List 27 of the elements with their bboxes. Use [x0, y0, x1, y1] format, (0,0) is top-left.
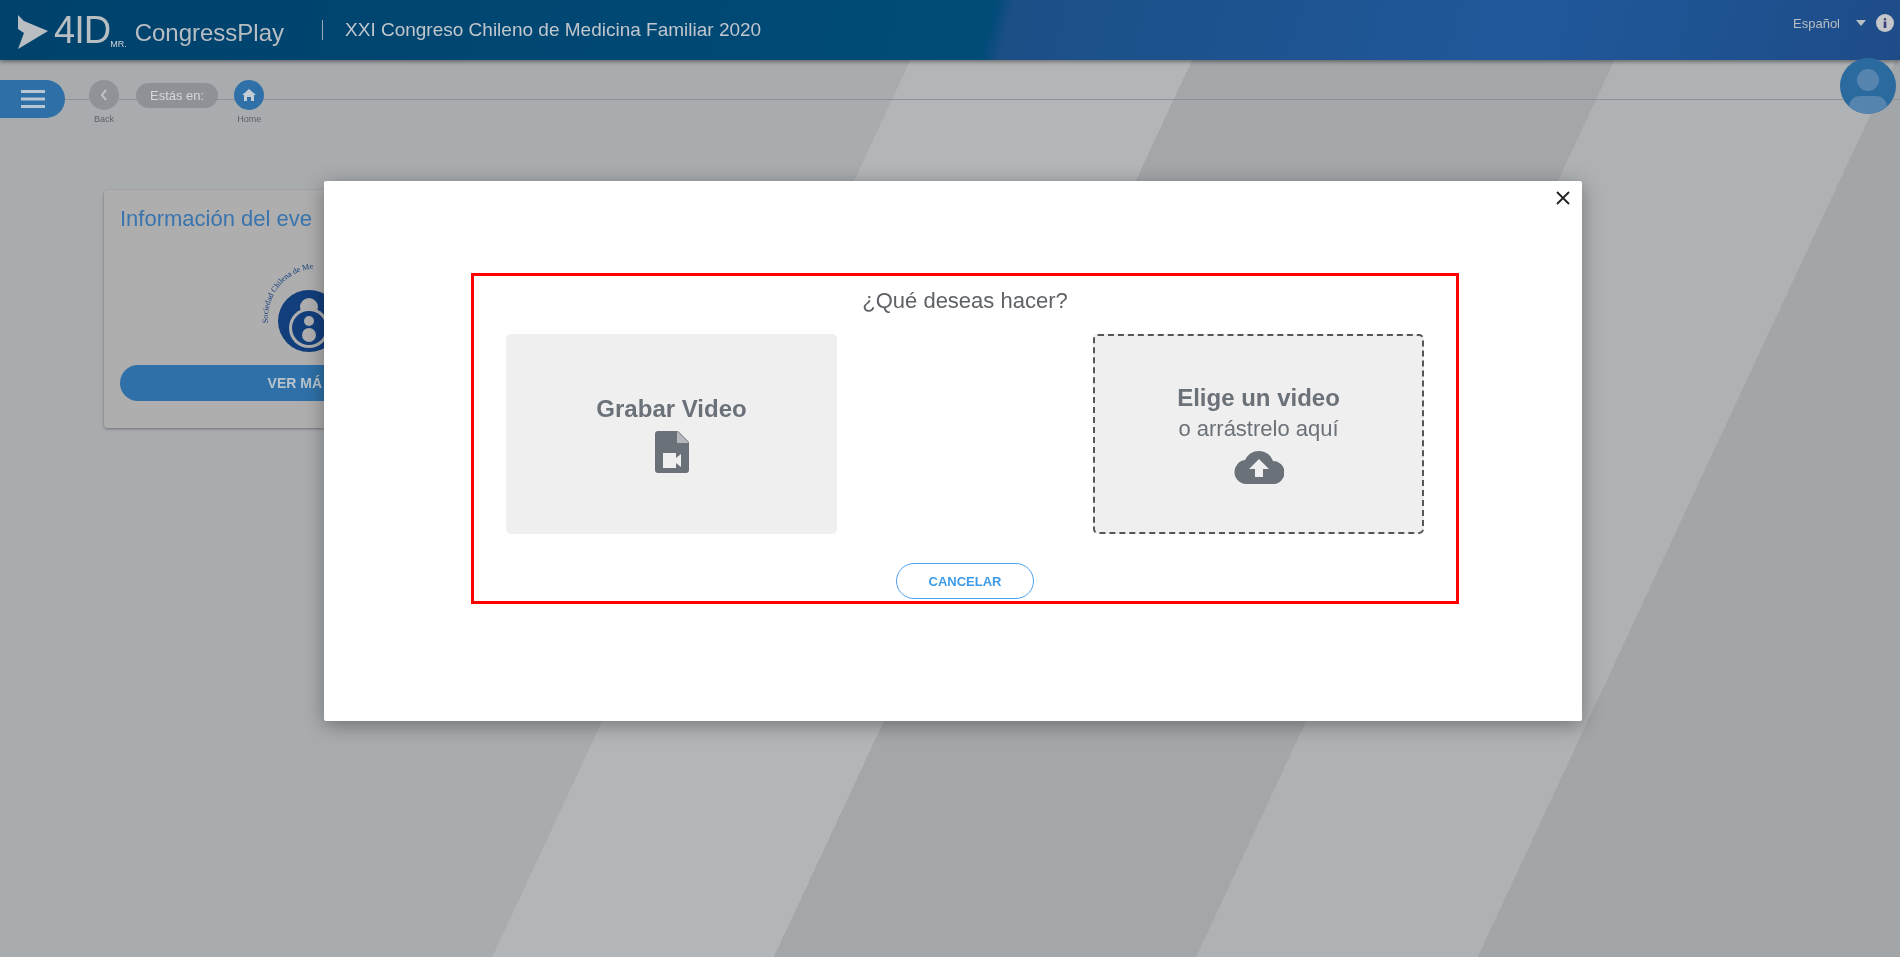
breadcrumb-label: Estás en: — [136, 83, 219, 108]
caret-icon[interactable] — [1856, 20, 1866, 26]
close-icon — [1556, 191, 1570, 205]
menu-icon — [20, 90, 45, 108]
close-button[interactable] — [1554, 189, 1572, 207]
see-more-button[interactable]: VER MÁ — [120, 365, 324, 401]
back-label: Back — [94, 114, 114, 124]
language-selector[interactable]: Español — [1793, 15, 1840, 31]
info-icon[interactable] — [1876, 14, 1894, 32]
chevron-left-icon — [100, 89, 108, 101]
card-title: Información del eve — [119, 206, 313, 232]
logo-arrow-icon — [16, 15, 50, 49]
cancel-button[interactable]: CANCELAR — [896, 563, 1034, 599]
user-avatar[interactable] — [1840, 58, 1896, 114]
event-title: XXI Congreso Chileno de Medicina Familiar 2020 — [345, 19, 762, 41]
menu-button[interactable] — [0, 80, 65, 118]
cloud-upload-icon — [1233, 450, 1284, 484]
trademark-label: MR. — [110, 39, 127, 49]
brand-name: CongressPlay — [134, 19, 285, 47]
home-icon — [242, 89, 257, 101]
home-label: Home — [237, 114, 262, 124]
record-video-button[interactable]: Grabar Video — [506, 334, 837, 534]
logo-mark: 4ID — [54, 11, 111, 49]
home-button[interactable] — [234, 80, 265, 110]
dialog-question: ¿Qué deseas hacer? — [862, 288, 1068, 314]
video-drop-zone[interactable]: Elige un video o arrástrelo aquí — [1093, 334, 1424, 534]
video-file-icon — [654, 431, 689, 473]
